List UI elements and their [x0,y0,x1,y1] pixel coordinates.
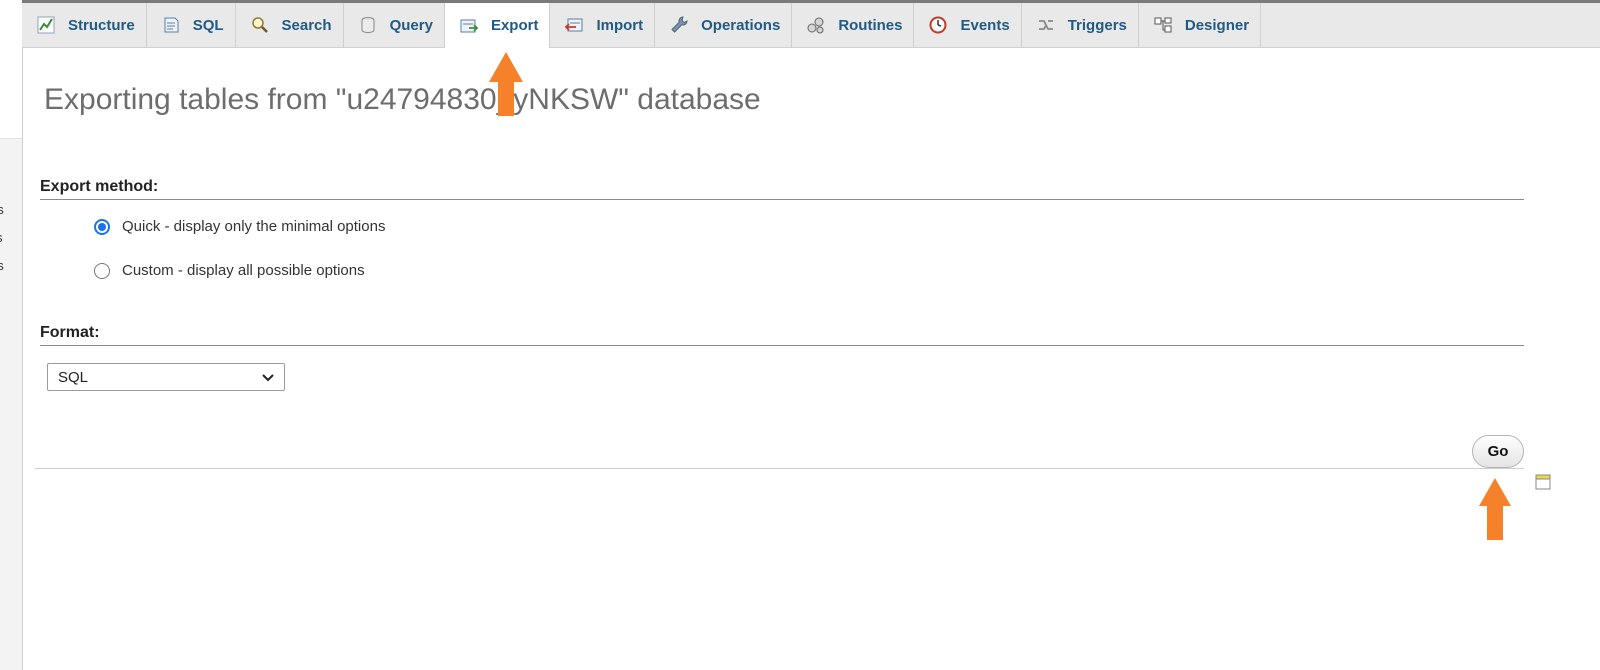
format-select[interactable]: SQL [47,363,285,391]
triggers-icon [1036,15,1056,35]
search-icon [250,15,270,35]
section-divider [40,199,1524,200]
routines-icon [806,15,826,35]
tab-label: Routines [838,16,903,34]
navigation-sidebar: ns s os [0,0,23,670]
tab-routines[interactable]: Routines [792,3,915,47]
tab-export[interactable]: Export [444,3,551,48]
structure-icon [36,15,56,35]
tab-label: SQL [192,16,224,34]
tab-operations[interactable]: Operations [655,3,793,47]
wrench-icon [669,15,689,35]
page-title: Exporting tables from "u24794830_yNKSW" … [44,83,761,116]
custom-export-label[interactable]: Custom - display all possible options [122,262,365,279]
tab-structure[interactable]: Structure [22,3,147,47]
query-icon [358,15,378,35]
tab-designer[interactable]: Designer [1139,3,1262,47]
sidebar-item-fragment[interactable]: ns [0,202,4,217]
sidebar-item-fragment[interactable]: os [0,258,4,273]
format-selected-value: SQL [58,368,89,386]
tab-label: Query [389,16,433,34]
clock-icon [928,15,948,35]
chevron-down-icon [262,369,274,386]
tab-bar: Structure SQL Search Query Export Import [22,3,1600,48]
form-bottom-divider [35,468,1524,469]
tab-label: Designer [1184,16,1250,34]
annotation-arrow-up-icon [489,52,523,116]
sidebar-logo-area [0,0,22,139]
import-icon [564,15,584,35]
tab-label: Operations [701,16,781,34]
section-divider [40,345,1524,346]
tab-events[interactable]: Events [914,3,1022,47]
quick-export-option[interactable]: Quick - display only the minimal options [94,218,385,235]
custom-export-radio[interactable] [94,262,110,279]
annotation-arrow-up-icon [1479,478,1511,540]
tab-query[interactable]: Query [344,3,445,47]
console-toggle-icon[interactable] [1535,474,1551,490]
sidebar-item-fragment[interactable]: s [0,230,3,245]
quick-export-radio[interactable] [94,218,110,235]
tab-label: Import [596,16,644,34]
tab-label: Search [281,16,332,34]
tab-label: Triggers [1067,16,1127,34]
format-label: Format: [40,324,100,341]
custom-export-option[interactable]: Custom - display all possible options [94,262,365,279]
tab-import[interactable]: Import [550,3,656,47]
go-button[interactable]: Go [1472,435,1524,468]
tab-triggers[interactable]: Triggers [1022,3,1139,47]
tab-label: Events [960,16,1010,34]
tab-label: Export [490,17,539,34]
export-method-label: Export method: [40,178,159,195]
quick-export-label[interactable]: Quick - display only the minimal options [122,218,385,235]
export-icon [459,16,479,36]
tab-sql[interactable]: SQL [147,3,236,47]
tab-search[interactable]: Search [236,3,344,47]
designer-icon [1153,15,1173,35]
sql-icon [161,15,181,35]
tab-label: Structure [68,16,135,34]
